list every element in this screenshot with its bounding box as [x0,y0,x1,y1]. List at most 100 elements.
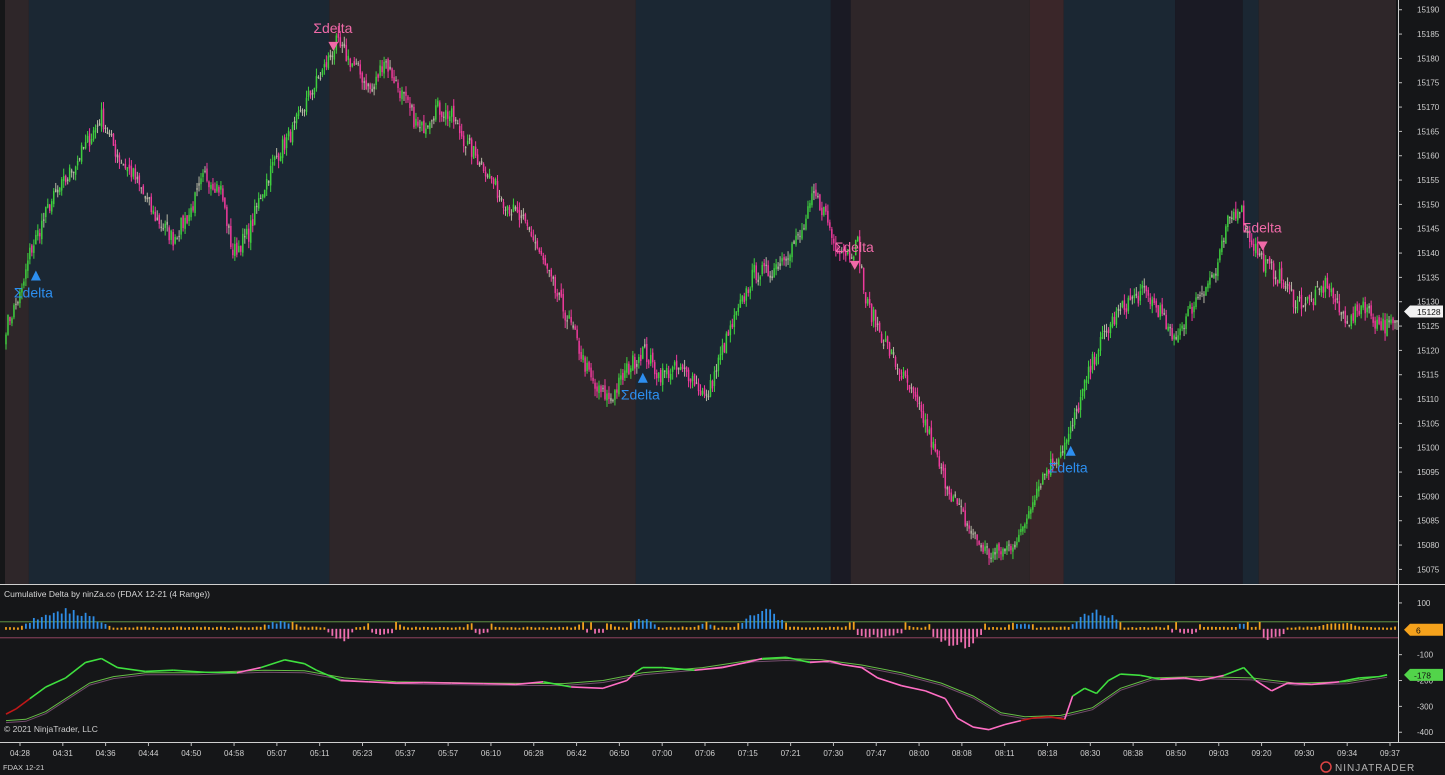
candle-body [1010,545,1012,551]
candle-body [1137,295,1140,304]
delta-histogram-bar [136,626,139,630]
candle-body [47,204,49,208]
delta-histogram-bar [542,627,545,630]
delta-histogram-bar [1099,615,1102,629]
candle-body [1272,263,1275,280]
delta-histogram-bar [1004,627,1006,630]
time-tick-label: 05:37 [395,749,416,758]
candle-body [1026,518,1028,524]
delta-histogram-bar [323,627,326,630]
candle-body [775,264,777,270]
delta-histogram-bar [21,625,23,630]
candle-body [1117,308,1120,311]
candle-body [472,146,475,159]
delta-histogram-bar [184,627,186,630]
trend-region-bull [28,0,330,584]
candle-body [962,508,964,512]
candle-body [80,145,83,162]
candle-body [1346,321,1349,324]
candle-body [486,175,489,177]
candle-body [950,492,952,502]
candle-body [506,205,509,211]
candle-body [741,295,744,302]
candle-body [689,378,692,383]
delta-histogram-bar [932,628,935,637]
delta-histogram-bar [789,626,791,630]
delta-histogram-bar [227,627,230,630]
candle-body [462,135,465,147]
candle-body [1044,473,1046,475]
candle-body [632,355,634,371]
candle-body [626,363,628,373]
candle-body [355,63,357,65]
candle-body [624,370,626,378]
candle-body [1016,541,1018,546]
candle-body [765,264,767,266]
histogram-value-marker[interactable] [1404,623,1443,636]
delta-histogram-bar [701,623,704,629]
delta-histogram-bar [1318,626,1321,630]
trend-region-bull [635,0,831,584]
candle-body [1059,452,1062,458]
candle-body [552,276,554,279]
candle-body [671,366,674,372]
candle-body [956,498,958,504]
delta-histogram-bar [1008,624,1010,630]
delta-histogram-bar [717,627,720,630]
delta-histogram-bar [888,628,891,636]
instrument-tab[interactable]: FDAX 12-21 [3,763,44,772]
candle-body [1157,305,1159,318]
candle-body [1328,285,1331,290]
candle-body [729,325,732,336]
candle-body [321,69,324,76]
candle-body [829,222,831,228]
delta-histogram-bar [729,627,732,630]
candle-body [544,258,547,266]
time-tick-label: 04:58 [224,749,245,758]
candle-body [884,338,887,342]
candle-body [275,155,278,157]
candle-body [309,90,312,96]
delta-histogram-bar [120,627,123,630]
candle-body [345,44,348,62]
delta-histogram-bar [1302,627,1305,630]
candle-body [677,367,680,370]
candle-body [407,96,409,101]
candle-body [809,203,811,209]
candle-body [257,198,260,209]
delta-histogram-bar [554,627,557,630]
candle-body [1215,273,1217,276]
candle-body [709,379,712,397]
delta-histogram-bar [303,626,306,630]
trend-region-bear [329,0,636,584]
delta-histogram-bar [753,615,756,629]
candle-body [1384,320,1386,334]
candle-body [864,292,867,304]
cumulative-delta-line [423,681,452,684]
candle-body [546,263,549,269]
delta-histogram-bar [490,623,493,630]
delta-histogram-bar [339,628,342,639]
delta-histogram-bar [721,626,724,630]
candle-body [492,178,495,185]
candle-body [238,245,240,253]
candle-body [1306,297,1309,301]
candle-body [673,362,676,366]
delta-histogram-bar [928,624,931,630]
candle-body [365,80,367,90]
delta-histogram-bar [124,627,127,630]
delta-histogram-bar [852,621,855,630]
candle-body [1382,318,1384,330]
candle-body [27,260,29,271]
candle-body [661,368,664,385]
candle-body [456,123,459,125]
histogram-value-label: 6 [1416,625,1421,635]
candle-body [331,55,334,58]
candle-body [1354,306,1356,323]
candle-body [906,375,909,383]
candle-body [341,44,344,46]
chart-window: Σdelta Σdelta Σdelta Σdelta Σdelta Σdelta 150… [0,0,1445,775]
candle-body [713,371,716,387]
candle-body [496,180,499,199]
candle-body [618,377,620,395]
